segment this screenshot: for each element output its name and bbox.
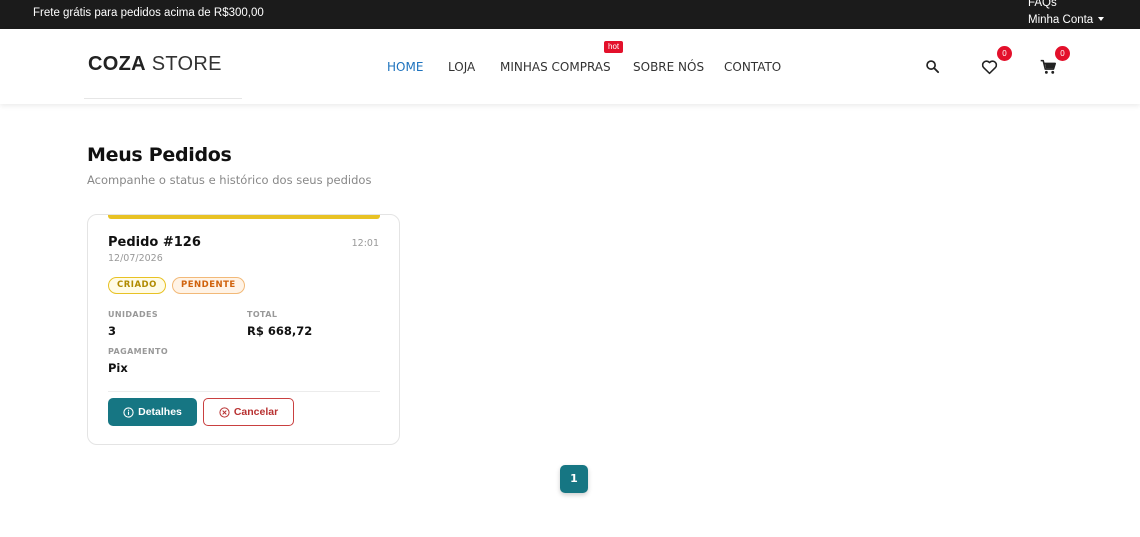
order-title: Pedido #126 <box>108 235 201 250</box>
details-button[interactable]: Detalhes <box>108 398 197 426</box>
logo-underline <box>84 98 242 99</box>
details-button-label: Detalhes <box>138 406 182 418</box>
cancel-button-label: Cancelar <box>233 406 279 418</box>
wishlist-button[interactable] <box>981 59 998 79</box>
heart-icon <box>981 60 998 75</box>
faqs-link[interactable]: FAQs <box>1028 0 1057 9</box>
units-label: UNIDADES <box>108 310 159 319</box>
store-logo[interactable]: COZA STORE <box>88 53 222 76</box>
account-label: Minha Conta <box>1028 14 1094 26</box>
payment-value: Pix <box>108 361 128 375</box>
hot-badge: hot <box>604 41 624 53</box>
search-icon <box>926 60 940 74</box>
account-menu[interactable]: Minha Conta <box>1028 14 1105 26</box>
payment-label: PAGAMENTO <box>108 347 169 356</box>
status-badge-criado: CRIADO <box>108 277 166 294</box>
total-label: TOTAL <box>247 310 278 319</box>
page-title: Meus Pedidos <box>87 144 232 166</box>
logo-bold-text: COZA <box>88 53 146 75</box>
nav-minhas-compras[interactable]: MINHAS COMPRAS <box>500 60 611 74</box>
site-header: COZA STORE HOME LOJA MINHAS COMPRAS SOBR… <box>0 29 1140 104</box>
total-value: R$ 668,72 <box>247 324 313 338</box>
free-shipping-promo: Frete grátis para pedidos acima de R$300… <box>33 7 264 19</box>
logo-rest-text: STORE <box>145 53 222 75</box>
order-status-accent-bar <box>108 215 380 219</box>
cart-button[interactable] <box>1040 59 1057 79</box>
order-time: 12:01 <box>351 238 379 249</box>
nav-contato[interactable]: CONTATO <box>724 60 781 74</box>
card-divider <box>108 391 380 392</box>
nav-loja[interactable]: LOJA <box>448 60 475 74</box>
info-icon <box>123 406 134 418</box>
wishlist-count-badge: 0 <box>997 46 1012 61</box>
caret-down-icon <box>1098 16 1105 21</box>
order-card: Pedido #126 12/07/2026 12:01 CRIADO PEND… <box>87 214 400 445</box>
search-button[interactable] <box>925 59 940 78</box>
cancel-circle-icon <box>219 406 230 418</box>
cancel-button[interactable]: Cancelar <box>203 398 294 426</box>
status-badge-pendente: PENDENTE <box>172 277 245 294</box>
cart-count-badge: 0 <box>1055 46 1070 61</box>
pagination-page-button[interactable]: 1 <box>560 465 588 493</box>
nav-home[interactable]: HOME <box>387 60 423 74</box>
order-date: 12/07/2026 <box>108 253 163 264</box>
top-bar: Frete grátis para pedidos acima de R$300… <box>0 0 1140 29</box>
nav-sobre-nos[interactable]: SOBRE NÓS <box>633 60 704 74</box>
cart-icon <box>1040 59 1057 74</box>
units-value: 3 <box>108 324 117 338</box>
page-subtitle: Acompanhe o status e histórico dos seus … <box>87 173 372 187</box>
